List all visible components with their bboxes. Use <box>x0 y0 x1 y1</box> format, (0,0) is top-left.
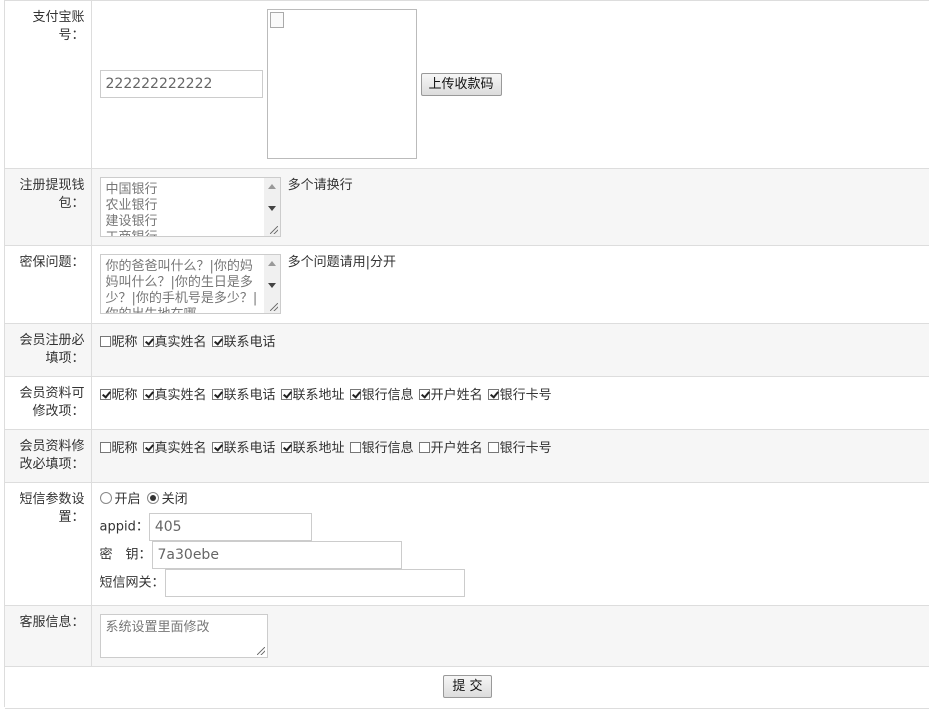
profile-required-label: 会员资料修改必填项： <box>5 429 92 483</box>
checkbox[interactable] <box>487 388 499 400</box>
checkbox-label: 昵称 <box>111 387 138 403</box>
checkbox-option[interactable]: 真实姓名 <box>142 334 207 350</box>
service-label: 客服信息： <box>5 605 92 667</box>
row-alipay: 支付宝账号： 上传收款码 <box>5 1 929 169</box>
profile-editable-options: 昵称 真实姓名 联系电话 联系地址 银行信息 开户姓名 银行卡号 <box>91 376 929 430</box>
checkbox-label: 银行信息 <box>361 387 414 403</box>
checkbox[interactable] <box>487 441 499 453</box>
checkbox-option[interactable]: 联系地址 <box>280 440 345 456</box>
checkbox-label: 银行信息 <box>361 440 414 456</box>
submit-button[interactable]: 提 交 <box>443 674 492 698</box>
checkbox[interactable] <box>99 335 111 347</box>
checkbox-option[interactable]: 真实姓名 <box>142 440 207 456</box>
security-hint: 多个问题请用|分开 <box>287 254 397 270</box>
profile-editable-label: 会员资料可修改项： <box>5 376 92 430</box>
checkbox-label: 昵称 <box>111 440 138 456</box>
checkbox-option[interactable]: 开户姓名 <box>418 440 483 456</box>
row-sms: 短信参数设置： 开启 关闭 appid： 密 钥： 短信网关： <box>5 482 929 606</box>
checkbox[interactable] <box>142 441 154 453</box>
checkbox-option[interactable]: 昵称 <box>99 387 138 403</box>
checkbox[interactable] <box>142 335 154 347</box>
checkbox-label: 昵称 <box>111 334 138 350</box>
checkbox-option[interactable]: 银行卡号 <box>487 440 552 456</box>
checkbox-option[interactable]: 联系地址 <box>280 387 345 403</box>
key-label: 密 钥： <box>99 547 152 562</box>
sms-on-radio[interactable] <box>99 491 112 504</box>
wallet-hint: 多个请换行 <box>287 177 353 193</box>
register-required-options: 昵称 真实姓名 联系电话 <box>91 323 929 377</box>
key-input[interactable] <box>151 540 402 569</box>
settings-form: 支付宝账号： 上传收款码 注册提现钱包： 中国银行 农业银行 建设银行 工商银行… <box>4 0 929 709</box>
row-profile-editable: 会员资料可修改项： 昵称 真实姓名 联系电话 联系地址 银行信息 开户姓名 银行卡号 <box>5 376 929 430</box>
broken-image-icon <box>269 12 284 28</box>
appid-label: appid： <box>99 519 149 534</box>
checkbox-option[interactable]: 银行卡号 <box>487 387 552 403</box>
appid-input[interactable] <box>148 512 312 541</box>
checkbox[interactable] <box>418 441 430 453</box>
wallet-label: 注册提现钱包： <box>5 168 92 246</box>
checkbox-option[interactable]: 联系电话 <box>211 334 276 350</box>
profile-required-options: 昵称 真实姓名 联系电话 联系地址 银行信息 开户姓名 银行卡号 <box>91 429 929 483</box>
checkbox[interactable] <box>280 441 292 453</box>
checkbox-option[interactable]: 昵称 <box>99 334 138 350</box>
checkbox-option[interactable]: 联系电话 <box>211 387 276 403</box>
checkbox-label: 联系电话 <box>223 387 276 403</box>
checkbox-label: 真实姓名 <box>154 387 207 403</box>
resize-grip-icon[interactable] <box>256 646 265 655</box>
checkbox-label: 联系电话 <box>223 334 276 350</box>
alipay-account-input[interactable] <box>99 70 263 98</box>
checkbox-label: 开户姓名 <box>430 387 483 403</box>
qrcode-image <box>266 9 417 159</box>
resize-grip-icon[interactable] <box>269 225 278 234</box>
checkbox[interactable] <box>349 388 361 400</box>
checkbox-label: 真实姓名 <box>154 334 207 350</box>
checkbox[interactable] <box>142 388 154 400</box>
checkbox-label: 开户姓名 <box>430 440 483 456</box>
checkbox-option[interactable]: 银行信息 <box>349 440 414 456</box>
row-security: 密保问题： 你的爸爸叫什么？|你的妈妈叫什么？|你的生日是多少？|你的手机号是多… <box>5 245 929 324</box>
checkbox[interactable] <box>418 388 430 400</box>
row-service: 客服信息： 系统设置里面修改 <box>5 605 929 667</box>
checkbox[interactable] <box>211 388 223 400</box>
checkbox-label: 联系地址 <box>292 387 345 403</box>
checkbox-option[interactable]: 银行信息 <box>349 387 414 403</box>
checkbox[interactable] <box>280 388 292 400</box>
settings-table: 支付宝账号： 上传收款码 注册提现钱包： 中国银行 农业银行 建设银行 工商银行… <box>5 1 929 709</box>
checkbox-option[interactable]: 联系电话 <box>211 440 276 456</box>
checkbox-option[interactable]: 真实姓名 <box>142 387 207 403</box>
checkbox[interactable] <box>211 335 223 347</box>
checkbox-label: 真实姓名 <box>154 440 207 456</box>
sms-off-radio[interactable] <box>146 491 159 504</box>
service-textarea[interactable]: 系统设置里面修改 <box>99 613 268 658</box>
row-wallet: 注册提现钱包： 中国银行 农业银行 建设银行 工商银行 多个请换行 <box>5 168 929 246</box>
security-label: 密保问题： <box>5 245 92 324</box>
gateway-input[interactable] <box>164 568 465 597</box>
register-required-label: 会员注册必填项： <box>5 323 92 377</box>
upload-qrcode-button[interactable]: 上传收款码 <box>420 72 502 96</box>
resize-grip-icon[interactable] <box>269 302 278 311</box>
checkbox[interactable] <box>211 441 223 453</box>
checkbox-label: 银行卡号 <box>499 387 552 403</box>
alipay-label: 支付宝账号： <box>5 1 92 169</box>
checkbox[interactable] <box>349 441 361 453</box>
row-submit: 提 交 <box>5 666 929 709</box>
wallet-textarea[interactable]: 中国银行 农业银行 建设银行 工商银行 <box>99 176 281 237</box>
checkbox-label: 联系电话 <box>223 440 276 456</box>
checkbox-option[interactable]: 昵称 <box>99 440 138 456</box>
row-profile-required: 会员资料修改必填项： 昵称 真实姓名 联系电话 联系地址 银行信息 开户姓名 银行卡号 <box>5 429 929 483</box>
checkbox[interactable] <box>99 388 111 400</box>
checkbox[interactable] <box>99 441 111 453</box>
sms-on-label: 开启 <box>114 491 141 507</box>
security-textarea[interactable]: 你的爸爸叫什么？|你的妈妈叫什么？|你的生日是多少？|你的手机号是多少？|你的出… <box>99 253 281 314</box>
checkbox-label: 银行卡号 <box>499 440 552 456</box>
checkbox-option[interactable]: 开户姓名 <box>418 387 483 403</box>
gateway-label: 短信网关： <box>99 575 165 590</box>
row-register-required: 会员注册必填项： 昵称 真实姓名 联系电话 <box>5 323 929 377</box>
sms-label: 短信参数设置： <box>5 482 92 606</box>
checkbox-label: 联系地址 <box>292 440 345 456</box>
sms-off-label: 关闭 <box>161 491 188 507</box>
